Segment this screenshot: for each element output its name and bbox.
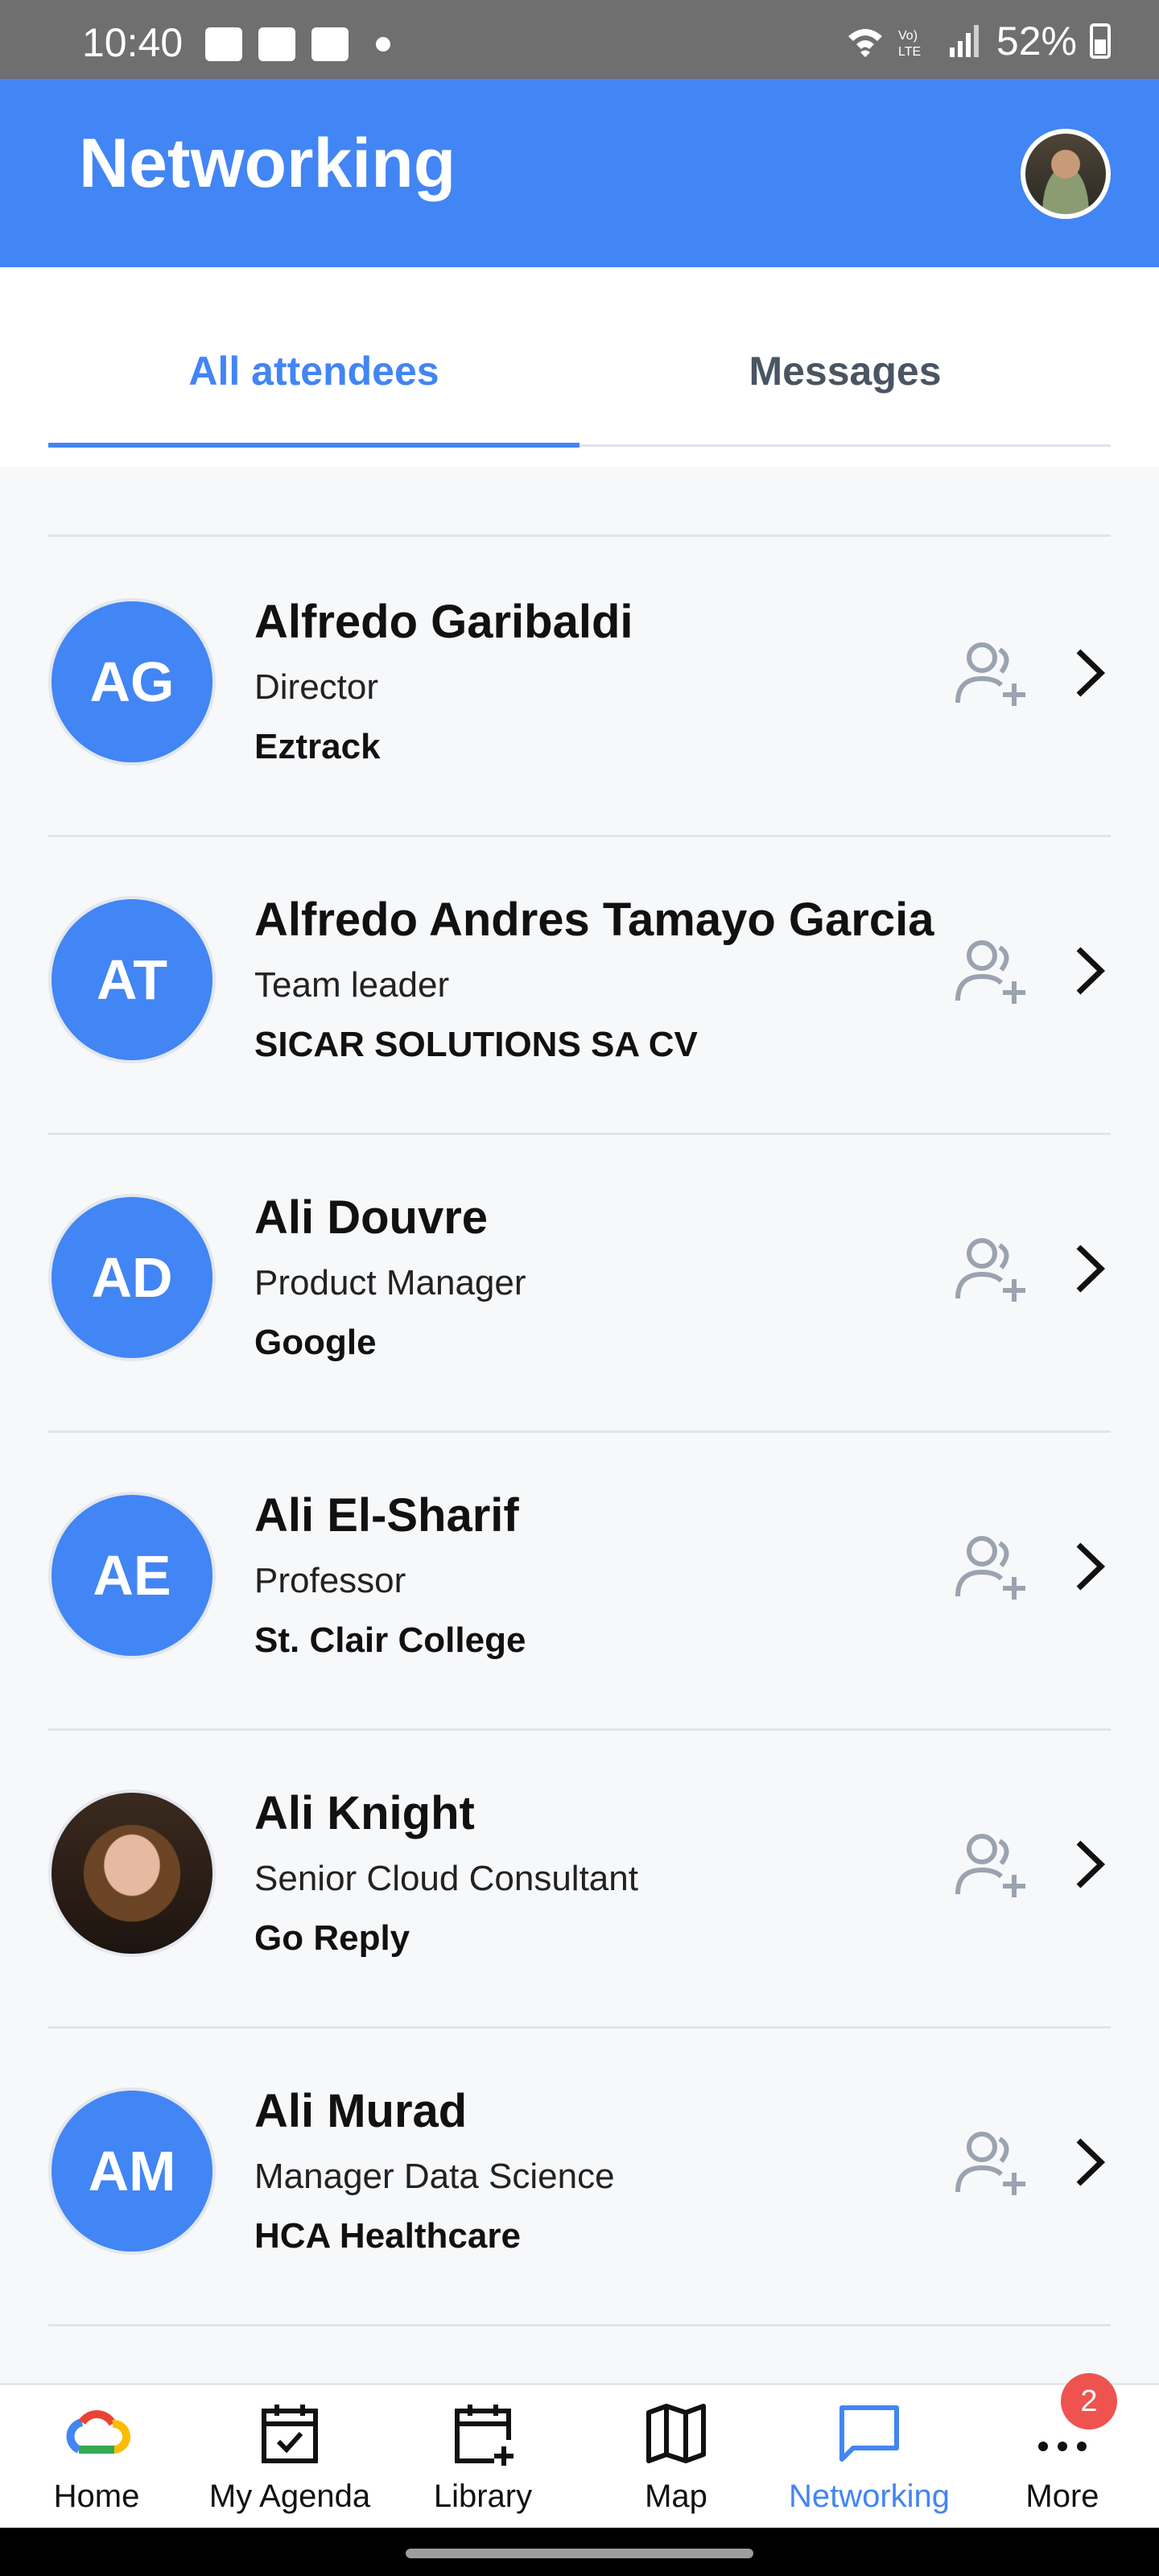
signal-icon [949, 25, 979, 57]
nav-label: Map [645, 2479, 707, 2514]
list-item[interactable]: AT Alfredo Andres Tamayo Garcia Team lea… [48, 835, 1111, 1135]
avatar-photo [52, 1793, 212, 1954]
add-contact-icon[interactable] [955, 1532, 1029, 1601]
attendee-company: Eztrack [254, 727, 381, 766]
list-item[interactable]: AE Ali El-Sharif Professor St. Clair Col… [48, 1430, 1111, 1731]
map-icon [646, 2404, 706, 2463]
tab-bar: All attendees Messages [0, 267, 1159, 467]
nav-map[interactable]: Map [580, 2400, 773, 2515]
notification-badge: 2 [1061, 2373, 1117, 2429]
attendee-company: Google [254, 1323, 377, 1362]
chevron-right-icon[interactable] [1070, 1244, 1111, 1294]
system-icons: Vo) LTE 52% [847, 18, 1111, 64]
calendar-check-icon [262, 2405, 318, 2463]
add-contact-icon[interactable] [955, 1830, 1029, 1899]
attendee-title: Director [254, 667, 379, 707]
avatar: AG [52, 601, 212, 762]
attendee-title: Team leader [254, 965, 450, 1005]
nav-label: Home [53, 2479, 140, 2514]
attendee-company: Go Reply [254, 1918, 410, 1958]
avatar: AE [52, 1495, 212, 1656]
notification-icons [205, 27, 390, 61]
nav-my-agenda[interactable]: My Agenda [193, 2400, 386, 2515]
avatar: AD [52, 1197, 212, 1358]
nav-label: My Agenda [208, 2479, 371, 2514]
page-title: Networking [79, 125, 456, 202]
avatar: AM [52, 2091, 212, 2252]
nav-networking[interactable]: Networking [773, 2400, 966, 2515]
chevron-right-icon[interactable] [1070, 2137, 1111, 2187]
nav-home[interactable]: Home [0, 2400, 193, 2515]
battery-icon [1090, 23, 1111, 59]
list-item-partial[interactable] [48, 467, 1111, 537]
outlook-icon [258, 27, 295, 61]
tab-all-attendees[interactable]: All attendees [48, 348, 580, 394]
more-notifications-icon [376, 37, 390, 52]
google-cloud-icon [66, 2410, 130, 2454]
attendee-company: SICAR SOLUTIONS SA CV [254, 1025, 698, 1064]
svg-text:LTE: LTE [898, 45, 921, 57]
gallery-icon [205, 27, 242, 61]
nav-label: Networking [788, 2479, 951, 2514]
add-contact-icon[interactable] [955, 1234, 1029, 1303]
attendee-name: Ali Knight [254, 1787, 475, 1839]
nav-label: Library [433, 2479, 533, 2514]
status-bar: 10:40 Vo) LTE 52% [0, 0, 1159, 79]
attendee-name: Ali Murad [254, 2085, 468, 2137]
add-contact-icon[interactable] [955, 936, 1029, 1005]
attendee-list[interactable]: AG Alfredo Garibaldi Director Eztrack AT… [0, 467, 1159, 2383]
bottom-nav: Home My Agenda Library Map Networking Mo… [0, 2383, 1159, 2528]
nav-label: More [1025, 2479, 1099, 2514]
chevron-right-icon[interactable] [1070, 1542, 1111, 1591]
attendee-title: Professor [254, 1561, 406, 1600]
attendee-title: Product Manager [254, 1263, 526, 1302]
battery-percent: 52% [996, 19, 1077, 64]
home-gesture-handle[interactable] [406, 2549, 753, 2558]
volte-icon: Vo) LTE [898, 29, 921, 57]
attendee-company: St. Clair College [254, 1620, 526, 1660]
attendee-title: Manager Data Science [254, 2157, 615, 2196]
list-item[interactable]: AD Ali Douvre Product Manager Google [48, 1133, 1111, 1433]
attendee-name: Alfredo Andres Tamayo Garcia [254, 894, 934, 946]
chevron-right-icon[interactable] [1070, 946, 1111, 996]
attendee-company: HCA Healthcare [254, 2216, 521, 2256]
avatar: AT [52, 899, 212, 1060]
status-time: 10:40 [82, 20, 184, 65]
attendee-name: Alfredo Garibaldi [254, 596, 633, 648]
app-bar: Networking [0, 79, 1159, 267]
chevron-right-icon[interactable] [1070, 1839, 1111, 1889]
profile-avatar[interactable] [1021, 129, 1111, 219]
calendar-plus-icon [455, 2405, 514, 2466]
list-item[interactable]: AG Alfredo Garibaldi Director Eztrack [48, 537, 1111, 837]
attendee-name: Ali El-Sharif [254, 1489, 519, 1542]
add-contact-icon[interactable] [955, 2128, 1029, 2197]
nav-library[interactable]: Library [386, 2400, 580, 2515]
paytm-icon [311, 27, 349, 61]
tab-messages[interactable]: Messages [580, 348, 1111, 394]
attendee-name: Ali Douvre [254, 1191, 489, 1244]
chat-icon [839, 2405, 899, 2462]
list-item[interactable]: AM Ali Murad Manager Data Science HCA He… [48, 2026, 1111, 2326]
add-contact-icon[interactable] [955, 638, 1029, 708]
svg-text:Vo): Vo) [898, 29, 918, 43]
list-item[interactable]: Ali Knight Senior Cloud Consultant Go Re… [48, 1728, 1111, 2029]
active-tab-indicator [48, 443, 580, 448]
attendee-title: Senior Cloud Consultant [254, 1859, 638, 1898]
wifi-icon [848, 29, 882, 57]
chevron-right-icon[interactable] [1070, 648, 1111, 698]
nav-more[interactable]: More [966, 2400, 1159, 2515]
